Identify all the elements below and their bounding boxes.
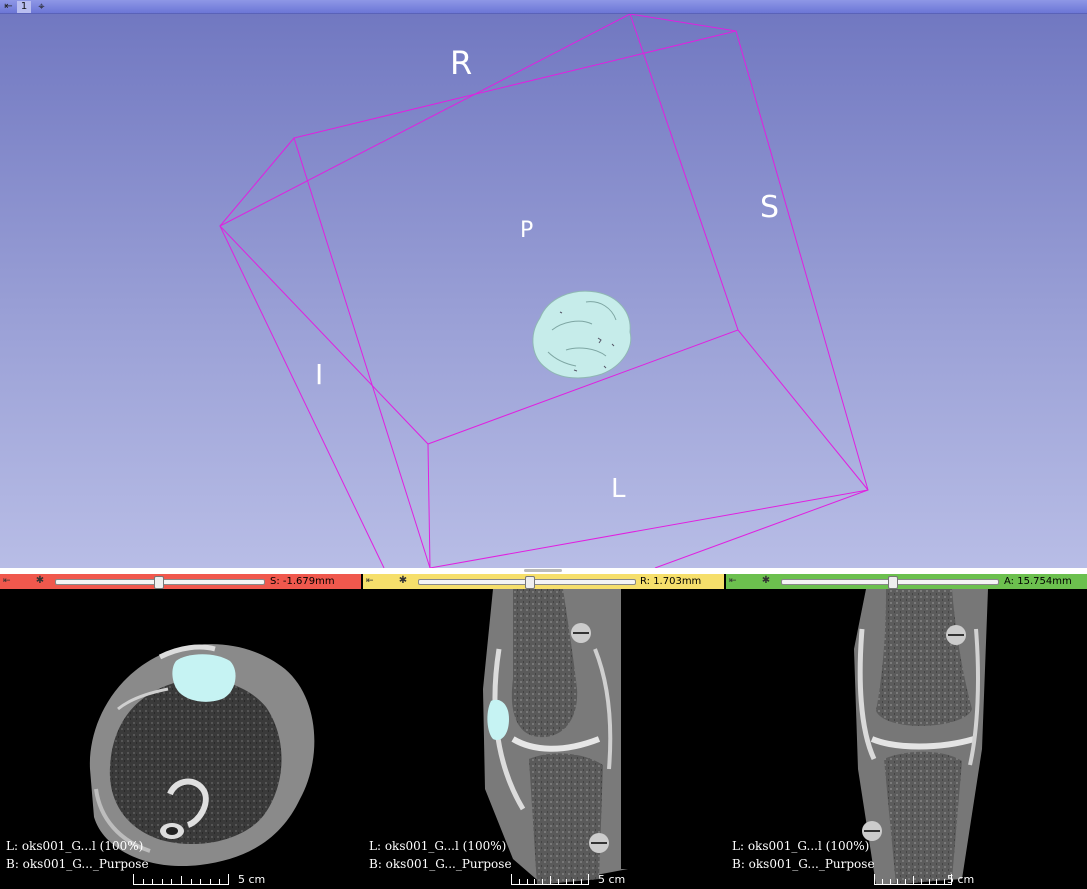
- slice-offset-value: A: 15.754mm: [1004, 576, 1072, 587]
- background-layer-label: B: oks001_G..._Purpose: [732, 857, 875, 871]
- slice-offset-slider[interactable]: [55, 576, 265, 589]
- slice-view-red[interactable]: ⇤ ✱ S: -1.679mm L: oks001_G...l (100%) B…: [0, 574, 361, 889]
- orientation-label-l: L: [611, 474, 626, 504]
- foreground-layer-label: L: oks001_G...l (100%): [6, 839, 144, 853]
- crosshair-icon[interactable]: ⌖: [35, 0, 48, 13]
- slice-view-yellow[interactable]: ⇤ ✱ R: 1.703mm L: oks001_G...l (100%) B:…: [363, 574, 724, 889]
- orientation-label-r: R: [450, 44, 473, 82]
- segmentation-model: [532, 290, 632, 379]
- slice-image-axial[interactable]: L: oks001_G...l (100%) B: oks001_G..._Pu…: [0, 589, 361, 889]
- box-edge: [219, 225, 385, 568]
- orientation-label-s: S: [760, 190, 780, 225]
- slice-offset-slider[interactable]: [781, 576, 999, 589]
- foreground-layer-label: L: oks001_G...l (100%): [732, 839, 870, 853]
- 3d-view[interactable]: R S P I L: [0, 14, 1087, 568]
- view-controller-bar: ⇤ 1 ⌖: [0, 0, 1087, 14]
- box-edge: [219, 137, 295, 227]
- scale-label: 5 cm: [947, 873, 975, 886]
- slice-controller-bar: ⇤ ✱ R: 1.703mm: [363, 574, 724, 589]
- slice-image-sagittal[interactable]: L: oks001_G...l (100%) B: oks001_G..._Pu…: [363, 589, 724, 889]
- orientation-label-i: I: [315, 358, 324, 391]
- splitter-handle[interactable]: [524, 569, 562, 572]
- slice-options-icon[interactable]: ✱: [396, 575, 410, 587]
- slice-options-icon[interactable]: ✱: [759, 575, 773, 587]
- slider-handle[interactable]: [888, 576, 899, 589]
- orientation-label-p: P: [520, 218, 534, 243]
- slice-offset-slider[interactable]: [418, 576, 636, 589]
- box-edge: [427, 443, 431, 568]
- pin-icon[interactable]: ⇤: [2, 0, 15, 13]
- foreground-layer-label: L: oks001_G...l (100%): [369, 839, 507, 853]
- pin-icon[interactable]: ⇤: [3, 575, 15, 587]
- box-face-front: [219, 14, 739, 445]
- slice-offset-value: R: 1.703mm: [640, 576, 702, 587]
- bounding-box: [219, 14, 869, 568]
- slice-options-icon[interactable]: ✱: [33, 575, 47, 587]
- scale-ruler: [511, 874, 589, 885]
- slice-controller-bar: ⇤ ✱ A: 15.754mm: [726, 574, 1087, 589]
- scale-ruler: [133, 874, 229, 885]
- box-edge: [629, 14, 737, 32]
- scale-ruler: [874, 874, 952, 885]
- pin-icon[interactable]: ⇤: [366, 575, 378, 587]
- slider-handle[interactable]: [525, 576, 536, 589]
- background-layer-label: B: oks001_G..._Purpose: [369, 857, 512, 871]
- pin-icon[interactable]: ⇤: [729, 575, 741, 587]
- slice-view-green[interactable]: ⇤ ✱ A: 15.754mm L: oks001_G...l (100%) B…: [726, 574, 1087, 889]
- box-edge: [654, 489, 869, 568]
- scale-label: 5 cm: [598, 873, 626, 886]
- slice-controller-bar: ⇤ ✱ S: -1.679mm: [0, 574, 361, 589]
- background-layer-label: B: oks001_G..._Purpose: [6, 857, 149, 871]
- view-number-label[interactable]: 1: [17, 1, 31, 13]
- scale-label: 5 cm: [238, 873, 266, 886]
- slice-offset-value: S: -1.679mm: [270, 576, 335, 587]
- box-edge: [737, 329, 869, 491]
- slice-image-coronal[interactable]: L: oks001_G...l (100%) B: oks001_G..._Pu…: [726, 589, 1087, 889]
- slider-handle[interactable]: [153, 576, 164, 589]
